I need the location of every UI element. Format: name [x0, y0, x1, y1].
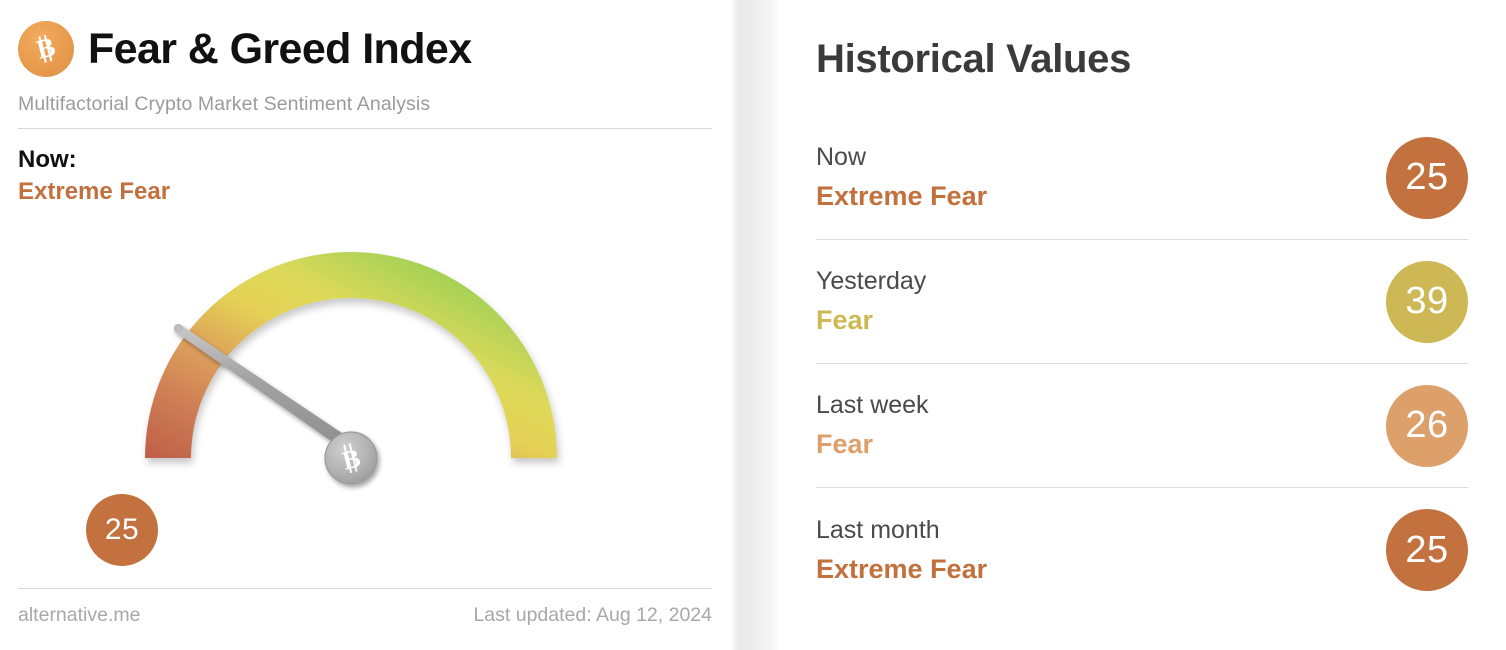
header-divider — [18, 128, 712, 129]
table-row: Now Extreme Fear 25 — [816, 116, 1468, 240]
fear-greed-gauge: B 25 — [0, 222, 730, 567]
row-period-label: Last month — [816, 515, 940, 544]
table-row: Last month Extreme Fear 25 — [816, 488, 1468, 612]
row-value-badge: 25 — [1386, 509, 1468, 591]
page-title: Fear & Greed Index — [88, 24, 472, 73]
row-classification-label: Fear — [816, 305, 874, 335]
gauge-hub-bitcoin-icon: B — [324, 431, 378, 485]
now-block: Now: Extreme Fear — [18, 146, 712, 207]
row-value-badge: 26 — [1386, 384, 1468, 467]
bitcoin-icon: B — [18, 21, 74, 77]
row-period-label: Yesterday — [816, 267, 927, 295]
row-value-badge: 25 — [1386, 136, 1468, 219]
table-row: Yesterday Fear 39 — [816, 240, 1468, 364]
page-subtitle: Multifactorial Crypto Market Sentiment A… — [18, 93, 431, 115]
row-classification-label: Fear — [816, 429, 874, 459]
now-classification: Extreme Fear — [18, 178, 171, 206]
historical-values-title: Historical Values — [816, 37, 1132, 81]
last-updated-text: Last updated: Aug 12, 2024 — [473, 604, 712, 626]
row-classification-label: Extreme Fear — [816, 553, 988, 584]
source-link[interactable]: alternative.me — [18, 604, 140, 627]
footer-divider — [18, 588, 712, 589]
row-period-label: Last week — [816, 391, 929, 419]
row-period-label: Now — [816, 143, 867, 171]
panel-separator — [730, 0, 778, 650]
row-classification-label: Extreme Fear — [816, 181, 988, 211]
historical-values-list: Now Extreme Fear 25 Yesterday Fear 39 La… — [816, 116, 1468, 612]
historical-values-panel: Historical Values Now Extreme Fear 25 Ye… — [778, 0, 1506, 650]
fear-greed-widget: B Fear & Greed Index Multifactorial Cryp… — [0, 0, 1506, 650]
index-panel: B Fear & Greed Index Multifactorial Cryp… — [0, 0, 730, 650]
gauge-value-badge: 25 — [86, 494, 158, 566]
table-row: Last week Fear 26 — [816, 364, 1468, 488]
row-value-badge: 39 — [1386, 260, 1468, 343]
gauge-svg: B — [145, 252, 557, 485]
now-label: Now: — [18, 146, 77, 173]
brand-header: B Fear & Greed Index — [18, 0, 712, 80]
panel-footer: alternative.me Last updated: Aug 12, 202… — [18, 588, 712, 627]
